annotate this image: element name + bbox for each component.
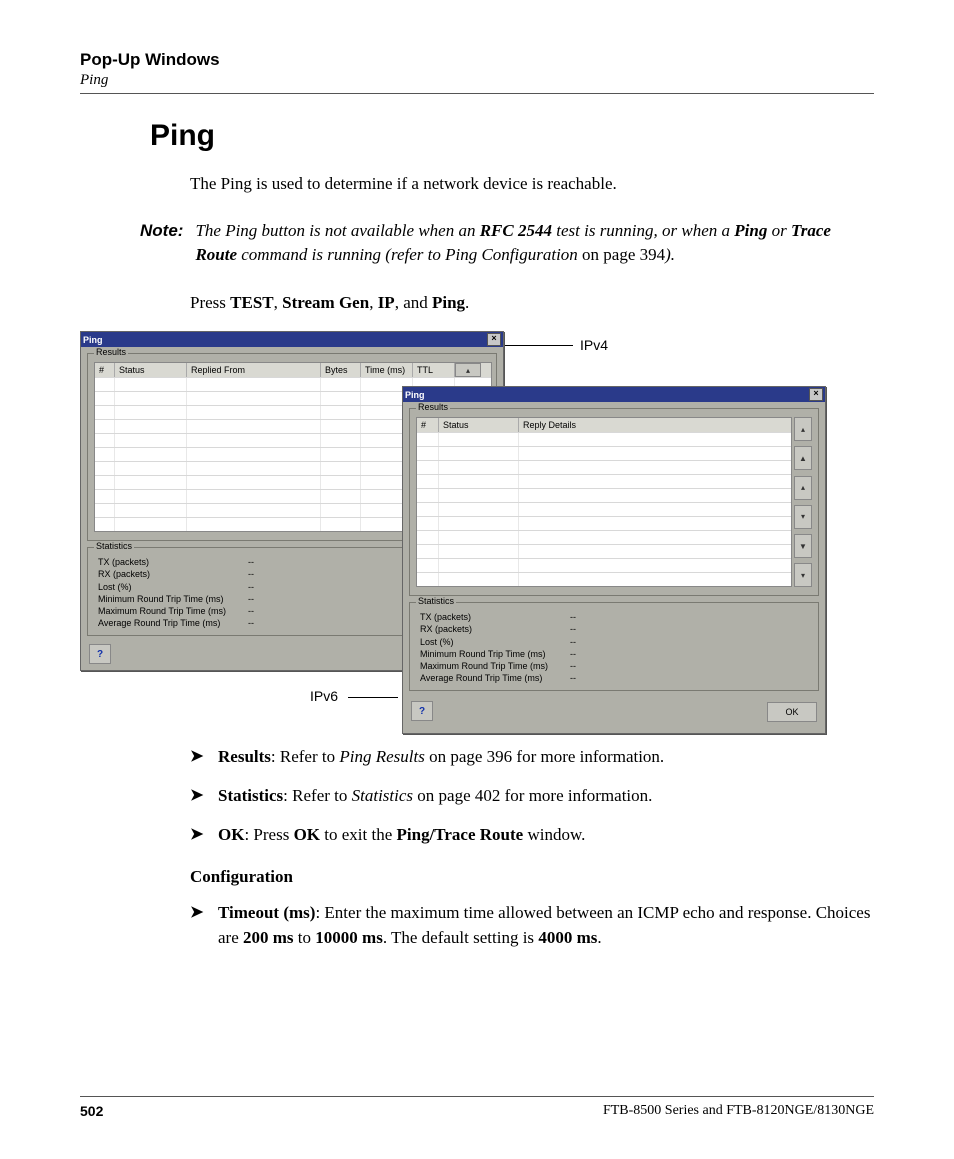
table-row — [417, 474, 791, 488]
table-row — [417, 530, 791, 544]
table-row — [417, 432, 791, 446]
page-number: 502 — [80, 1103, 103, 1119]
col-num: # — [417, 418, 439, 432]
table-row — [417, 488, 791, 502]
table-header: # Status Reply Details — [417, 418, 791, 432]
titlebar-text: Ping — [405, 390, 425, 400]
ping-ipv6-window: Ping × Results # Status Reply Details — [402, 386, 826, 734]
table-body — [417, 432, 791, 586]
table-row — [417, 460, 791, 474]
header-section-title: Pop-Up Windows — [80, 50, 874, 70]
results-table-ipv6: # Status Reply Details — [416, 417, 792, 587]
col-time: Time (ms) — [361, 363, 413, 377]
arrow-icon: ➤ — [190, 784, 218, 809]
help-icon[interactable]: ? — [411, 701, 433, 721]
stats-group-ipv6: Statistics TX (packets)-- RX (packets)--… — [409, 602, 819, 691]
table-row — [417, 502, 791, 516]
note-label: Note: — [140, 219, 183, 268]
col-status: Status — [115, 363, 187, 377]
titlebar-ipv4: Ping × — [81, 332, 503, 347]
press-line: Press TEST, Stream Gen, IP, and Ping. — [190, 290, 874, 316]
stats-label: Statistics — [94, 541, 134, 551]
callout-ipv4: IPv4 — [580, 337, 608, 353]
col-reply: Reply Details — [519, 418, 791, 432]
callout-line-ipv4 — [503, 345, 573, 346]
bullet-ok: ➤ OK: Press OK to exit the Ping/Trace Ro… — [190, 823, 874, 848]
callout-line-ipv6 — [348, 697, 398, 698]
stat-row: Average Round Trip Time (ms)-- — [420, 672, 808, 684]
table-header: # Status Replied From Bytes Time (ms) TT… — [95, 363, 491, 377]
results-label: Results — [94, 347, 128, 357]
stats-body: TX (packets)-- RX (packets)-- Lost (%)--… — [410, 603, 818, 690]
scroll-first-icon[interactable]: ▴ — [794, 417, 812, 441]
bullet-results: ➤ Results: Refer to Ping Results on page… — [190, 745, 874, 770]
ok-button[interactable]: OK — [767, 702, 817, 722]
page-title: Ping — [150, 119, 874, 153]
scroll-buttons: ▴ ▲ ▴ ▾ ▼ ▾ — [794, 417, 812, 587]
scroll-last-icon[interactable]: ▾ — [794, 563, 812, 587]
header-subtitle: Ping — [80, 72, 874, 89]
help-icon[interactable]: ? — [89, 644, 111, 664]
stat-row: TX (packets)-- — [420, 611, 808, 623]
arrow-icon: ➤ — [190, 745, 218, 770]
scroll-down-icon[interactable]: ▾ — [794, 505, 812, 529]
stat-row: RX (packets)-- — [420, 623, 808, 635]
table-row — [417, 516, 791, 530]
callout-ipv6: IPv6 — [310, 688, 338, 704]
config-heading: Configuration — [190, 867, 874, 887]
titlebar-text: Ping — [83, 335, 103, 345]
stat-row: Minimum Round Trip Time (ms)-- — [420, 648, 808, 660]
stats-label: Statistics — [416, 596, 456, 606]
note-body: The Ping button is not available when an… — [195, 219, 874, 268]
table-row — [417, 572, 791, 586]
scroll-pageup-icon[interactable]: ▲ — [794, 446, 812, 470]
close-icon[interactable]: × — [487, 333, 501, 346]
table-row — [417, 558, 791, 572]
bullet-statistics: ➤ Statistics: Refer to Statistics on pag… — [190, 784, 874, 809]
bullet-timeout: ➤ Timeout (ms): Enter the maximum time a… — [190, 901, 874, 950]
arrow-icon: ➤ — [190, 823, 218, 848]
col-bytes: Bytes — [321, 363, 361, 377]
footer: 502 FTB-8500 Series and FTB-8120NGE/8130… — [80, 1096, 874, 1119]
col-replied: Replied From — [187, 363, 321, 377]
figure-area: IPv4 Ping × Results # Status Replied Fro… — [80, 331, 870, 731]
table-row — [417, 544, 791, 558]
col-ttl: TTL — [413, 363, 455, 377]
titlebar-ipv6: Ping × — [403, 387, 825, 402]
col-num: # — [95, 363, 115, 377]
stat-row: Lost (%)-- — [420, 636, 808, 648]
table-row — [417, 446, 791, 460]
note-block: Note: The Ping button is not available w… — [140, 219, 874, 268]
arrow-icon: ➤ — [190, 901, 218, 950]
results-group-ipv6: Results # Status Reply Details — [409, 408, 819, 596]
close-icon[interactable]: × — [809, 388, 823, 401]
scroll-top-icon[interactable]: ▴ — [455, 363, 481, 377]
header-divider — [80, 93, 874, 94]
scroll-pagedown-icon[interactable]: ▼ — [794, 534, 812, 558]
footer-model: FTB-8500 Series and FTB-8120NGE/8130NGE — [603, 1103, 874, 1119]
scroll-up-icon[interactable]: ▴ — [794, 476, 812, 500]
intro-paragraph: The Ping is used to determine if a netwo… — [190, 171, 874, 197]
col-status: Status — [439, 418, 519, 432]
stat-row: Maximum Round Trip Time (ms)-- — [420, 660, 808, 672]
results-label: Results — [416, 402, 450, 412]
